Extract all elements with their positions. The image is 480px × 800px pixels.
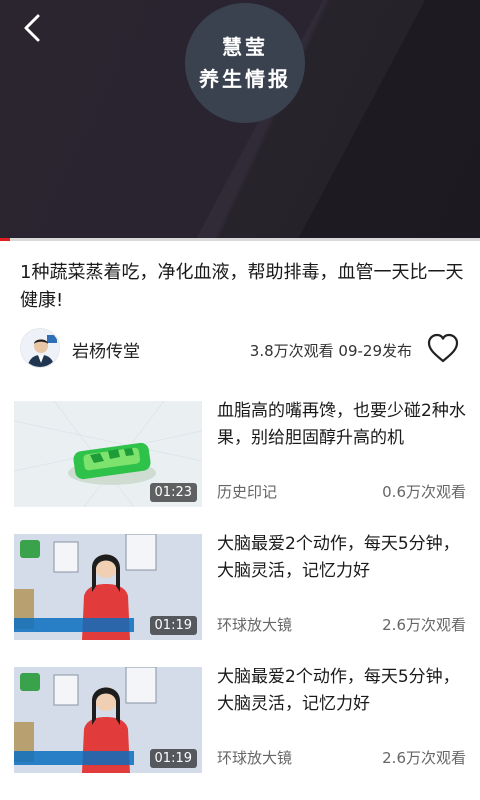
video-title: 1种蔬菜蒸着吃，净化血液，帮助排毒，血管一天比一天健康! [20,262,464,311]
logo-line-2: 养生情报 [199,67,291,91]
related-video-title[interactable]: 血脂高的嘴再馋，也要少碰2种水果，别给胆固醇升高的机 [217,398,467,452]
related-video-views: 0.6万次观看 [382,483,466,501]
video-duration: 01:23 [149,483,197,502]
video-duration: 01:19 [149,749,197,768]
related-video-views: 2.6万次观看 [382,749,466,767]
video-player[interactable]: 慧莹 养生情报 [0,0,480,238]
related-video-item[interactable]: 01:19 大脑最爱2个动作，每天5分钟，大脑灵活，记忆力好 环球放大镜 2.6… [0,664,480,797]
related-video-item[interactable]: 01:23 血脂高的嘴再馋，也要少碰2种水果，别给胆固醇升高的机 历史印记 0.… [0,398,480,531]
person-avatar-icon [21,329,59,367]
back-button[interactable] [14,10,50,46]
video-thumbnail[interactable]: 01:19 [14,667,202,773]
logo-line-1: 慧莹 [222,35,268,59]
channel-logo: 慧莹 养生情报 [185,3,305,123]
video-progress-bar[interactable] [0,238,480,241]
chevron-left-icon [24,14,40,42]
author-avatar[interactable] [20,328,60,368]
video-duration: 01:19 [149,616,197,635]
related-video-list: 01:23 血脂高的嘴再馋，也要少碰2种水果，别给胆固醇升高的机 历史印记 0.… [0,398,480,797]
related-video-source[interactable]: 历史印记 [217,481,277,502]
related-video-source[interactable]: 环球放大镜 [217,747,292,768]
related-video-title[interactable]: 大脑最爱2个动作，每天5分钟，大脑灵活，记忆力好 [217,531,467,585]
author-name[interactable]: 岩杨传堂 [72,337,140,362]
video-meta: 3.8万次观看 09-29发布 [249,342,412,360]
video-thumbnail[interactable]: 01:23 [14,401,202,507]
author-row: 岩杨传堂 3.8万次观看 09-29发布 [0,322,480,374]
video-progress-fill [0,238,10,241]
related-video-item[interactable]: 01:19 大脑最爱2个动作，每天5分钟，大脑灵活，记忆力好 环球放大镜 2.6… [0,531,480,664]
video-thumbnail[interactable]: 01:19 [14,534,202,640]
favorite-button[interactable] [426,332,460,364]
related-video-views: 2.6万次观看 [382,616,466,634]
heart-outline-icon [427,333,459,363]
related-video-source[interactable]: 环球放大镜 [217,614,292,635]
related-video-title[interactable]: 大脑最爱2个动作，每天5分钟，大脑灵活，记忆力好 [217,664,467,718]
